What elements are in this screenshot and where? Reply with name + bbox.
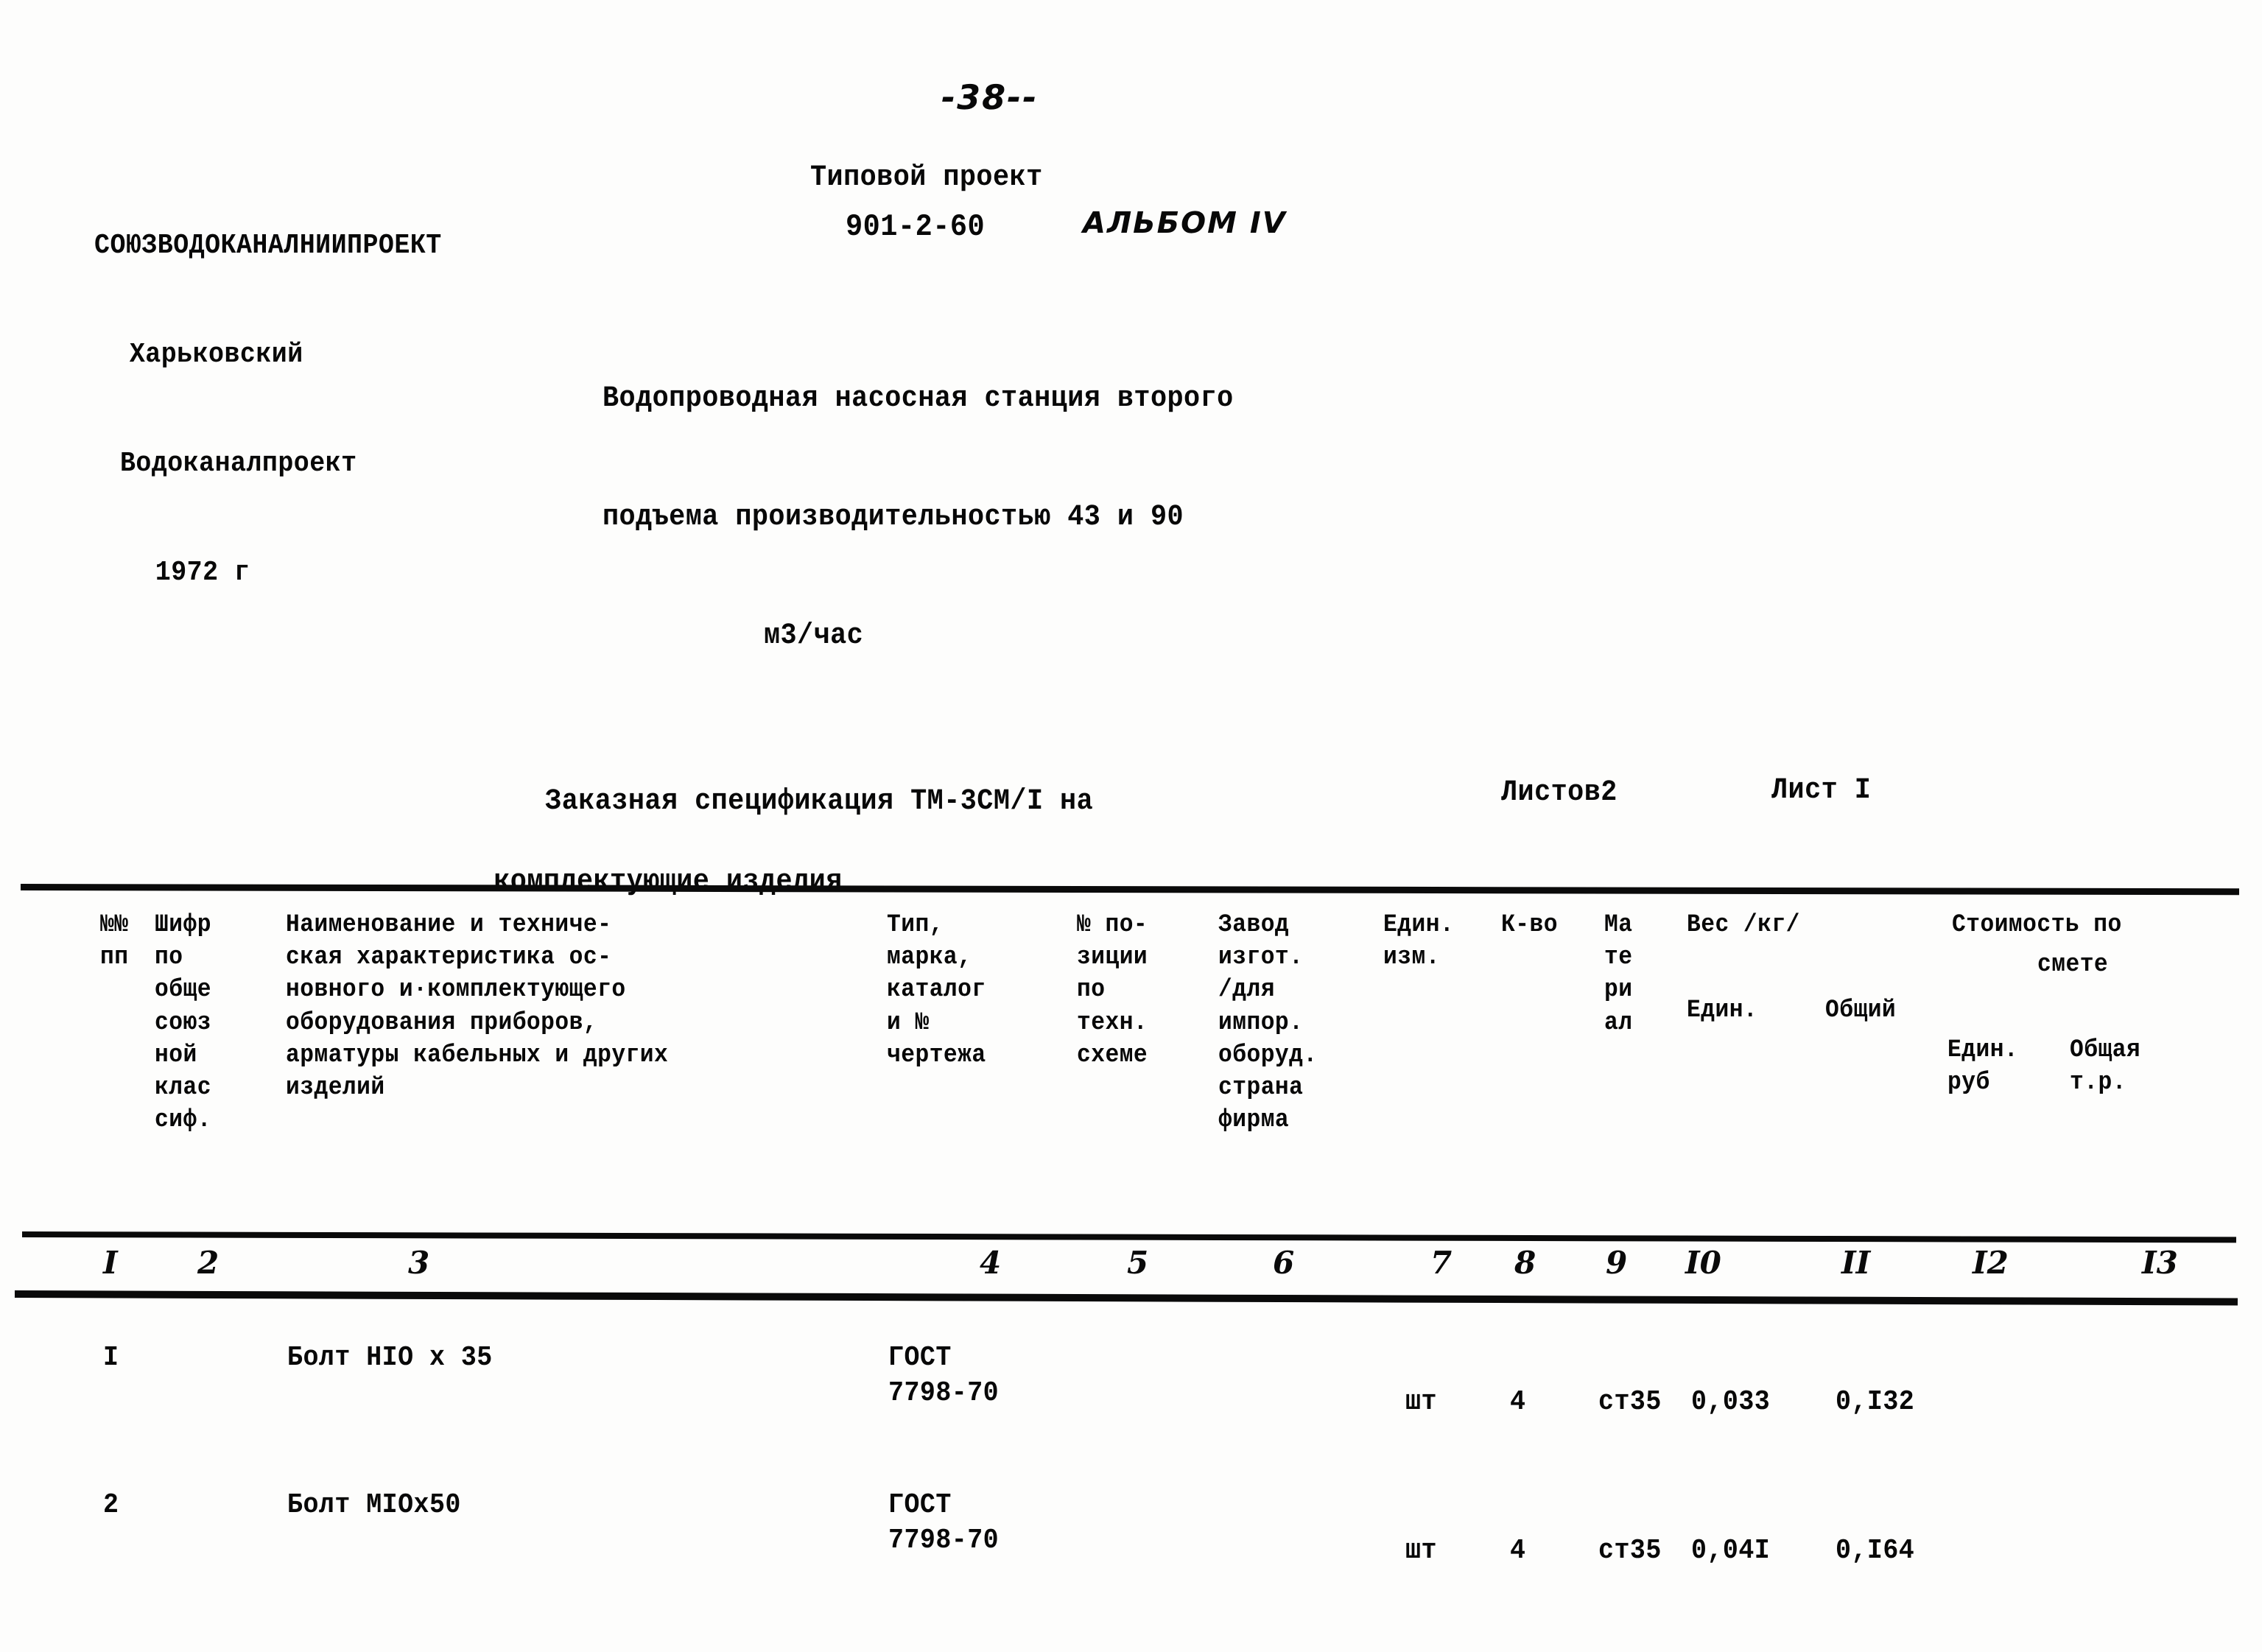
table-header-description: Наименование и техниче- ская характерист… <box>286 911 669 1102</box>
document-title-line-2: подъема производительностью 43 и 90 <box>603 500 1184 534</box>
table-row: 7798-70 <box>888 1525 1000 1556</box>
table-header-type-mark: Тип, марка, каталог и № чертежа <box>887 911 986 1069</box>
table-header-material: Ма те ри ал <box>1604 911 1633 1037</box>
table-row: 0,04I <box>1691 1535 1771 1567</box>
table-header-weight-total: Общий <box>1825 997 1897 1024</box>
table-row: ст35 <box>1598 1386 1662 1418</box>
organization-name: СОЮЗВОДОКАНАЛНИИПРОЕКТ <box>94 229 442 261</box>
project-code: 901-2-60 <box>846 209 986 245</box>
table-row: 4 <box>1510 1386 1526 1418</box>
column-number-1: I <box>103 1245 118 1281</box>
column-numbers-bottom-rule <box>14 1290 2238 1306</box>
table-row: 0,I64 <box>1836 1535 1915 1567</box>
table-header-weight: Вес /кг/ <box>1687 911 1800 939</box>
table-row: Болт МIOx50 <box>287 1489 461 1521</box>
table-row: шт <box>1405 1535 1437 1567</box>
table-header-manufacturer: Завод изгот. /для импор. оборуд. страна … <box>1218 911 1318 1135</box>
table-row: 0,I32 <box>1836 1386 1915 1418</box>
column-number-5: 5 <box>1127 1245 1149 1281</box>
table-row: 7798-70 <box>888 1377 1000 1409</box>
column-number-4: 4 <box>980 1245 1002 1281</box>
table-top-rule <box>20 884 2240 896</box>
organization-year: 1972 г <box>155 557 250 589</box>
document-title: Водопроводная насосная станция второго п… <box>603 300 1234 735</box>
table-row: 4 <box>1510 1535 1526 1567</box>
column-number-6: 6 <box>1273 1245 1295 1281</box>
album-annotation: АЛЬБОМ IV <box>1083 206 1287 240</box>
table-header-unit: Един. изм. <box>1383 911 1455 972</box>
column-number-3: 3 <box>408 1245 430 1281</box>
sheets-total-label: Листов2 <box>1501 776 1618 809</box>
table-row: 2 <box>103 1489 119 1521</box>
table-header-cost-unit: Един. руб <box>1947 1036 2019 1097</box>
document-title-line-1: Водопроводная насосная станция второго <box>603 382 1234 416</box>
column-number-12: I2 <box>1973 1245 2009 1281</box>
sheet-current-label: Лист I <box>1771 774 1872 807</box>
table-header-position-no: № по- зиции по техн. схеме <box>1077 911 1148 1069</box>
column-number-7: 7 <box>1430 1245 1453 1281</box>
table-row: Болт НIO x 35 <box>287 1342 493 1374</box>
specification-title-line-2: комплектующие изделия <box>494 865 843 899</box>
page-number: -38-- <box>941 77 1039 117</box>
table-row: ст35 <box>1598 1535 1662 1567</box>
column-number-10: I0 <box>1685 1245 1721 1281</box>
table-row: ГОСТ <box>888 1489 952 1521</box>
column-number-11: II <box>1841 1245 1871 1281</box>
table-header-classifier-code: Шифр по обще союз ной клас сиф. <box>155 911 211 1135</box>
table-header-quantity: К-во <box>1501 911 1558 939</box>
organization-division: Водоканалпроект <box>119 448 357 480</box>
organization-city: Харьковский <box>129 338 303 370</box>
table-row: I <box>103 1342 119 1374</box>
table-header-item-no: №№ пп <box>100 911 129 972</box>
table-header-cost: Стоимость по <box>1952 911 2122 939</box>
table-header-weight-unit: Един. <box>1687 997 1758 1024</box>
document-title-line-3: м3/час <box>763 619 864 653</box>
table-row: ГОСТ <box>888 1342 952 1374</box>
column-number-2: 2 <box>197 1245 219 1281</box>
table-header-cost-total: Общая т.р. <box>2070 1036 2141 1097</box>
table-row: шт <box>1405 1386 1437 1418</box>
column-numbers-top-rule <box>21 1231 2237 1243</box>
column-number-9: 9 <box>1606 1245 1628 1281</box>
column-number-8: 8 <box>1514 1245 1536 1281</box>
project-label: Типовой проект <box>810 161 1043 194</box>
specification-title-line-1: Заказная спецификация ТМ-3СМ/I на <box>545 785 1094 819</box>
table-row: 0,033 <box>1691 1386 1771 1418</box>
table-header-cost-line-2: смете <box>2037 951 2109 979</box>
document-page: -38-- СОЮЗВОДОКАНАЛНИИПРОЕКТ Харьковский… <box>0 0 2262 1652</box>
column-number-13: I3 <box>2142 1245 2178 1281</box>
organization-block: СОЮЗВОДОКАНАЛНИИПРОЕКТ Харьковский Водок… <box>94 155 442 664</box>
